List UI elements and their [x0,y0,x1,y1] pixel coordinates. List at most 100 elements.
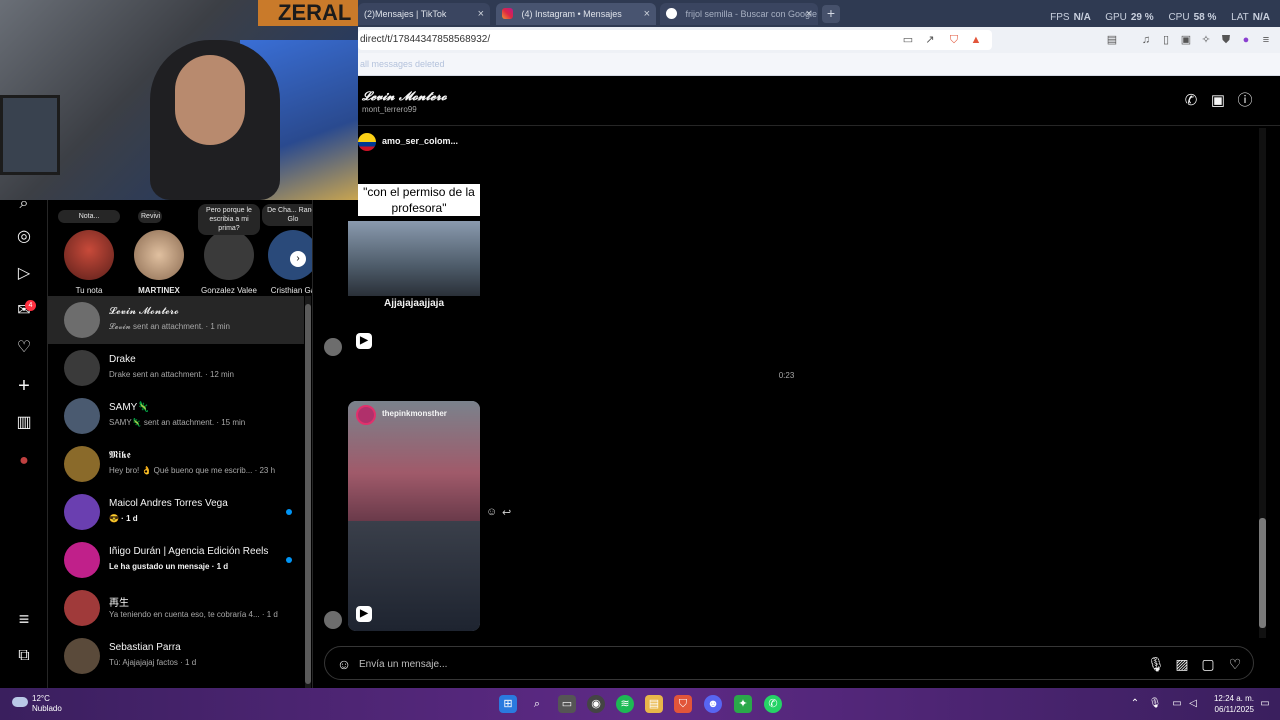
panel-icon[interactable]: ▯ [1160,34,1172,46]
conversation-row[interactable]: Maicol Andres Torres Vega 😎 · 1 d [48,488,304,536]
tab-tiktok[interactable]: (2)Mensajes | TikTok × [358,3,490,25]
conversation-row[interactable]: 再生 Ya teniendo en cuenta eso, te cobraría… [48,584,304,632]
reply-icon[interactable]: ↩ [502,506,511,519]
brave-shield-icon[interactable]: ⛉ [948,34,960,46]
app-icon[interactable]: ✦ [734,695,752,713]
emoji-react-icon[interactable]: ☺ [486,506,497,518]
sender-avatar[interactable] [324,611,342,629]
new-tab-button[interactable]: + [822,5,840,23]
conversation-row[interactable]: SAMY🦎 SAMY🦎 sent an attachment. · 15 min [48,392,304,440]
vpn-icon[interactable]: ⛊ [1220,34,1232,46]
address-bar[interactable]: direct/t/17844347858568932/ [358,30,992,50]
shared-reel-author[interactable]: amo_ser_colom... [358,132,458,151]
chat-header: 𝓛𝓮𝓿𝓲𝓷 𝓜𝓸𝓷𝓽𝓮𝓻𝓸 mont_terrero99 ✆ ▣ ⓘ [314,76,1280,126]
reels-icon[interactable]: ▷ [14,264,34,284]
music-icon[interactable]: ♫ [1140,34,1152,46]
conversation-row[interactable]: 𝓛𝓮𝓿𝓲𝓷 𝓜𝓸𝓷𝓽𝓮𝓻𝓸 𝓛𝓮𝓿𝓲𝓷 sent an attachment. ·… [48,296,304,344]
colombia-flag-icon [358,132,376,151]
chat-title[interactable]: 𝓛𝓮𝓿𝓲𝓷 𝓜𝓸𝓷𝓽𝓮𝓻𝓸 [362,89,447,104]
extension-icon[interactable]: ✧ [1200,34,1212,46]
microphone-icon[interactable]: 🎙 [1147,655,1165,673]
instagram-nav-rail: ⌕ ◎ ▷ ✉ 4 ♡ + ▥ ● ≡ ⧉ [0,195,48,688]
task-view-icon[interactable]: ▭ [558,695,576,713]
close-icon[interactable]: × [806,3,812,25]
story-gonzalez[interactable]: Pero porque le escribia a mi prima? Gonz… [196,204,262,295]
performance-overlay: FPS N/A GPU 29 % CPU 58 % LAT N/A [1038,0,1270,27]
inbox-panel: Nota... Tu nota Revivi MARTINEX Pero por… [48,200,313,688]
discord-icon[interactable]: ☻ [704,695,722,713]
reel-icon[interactable]: ▶ [356,606,372,622]
cpu-label: CPU [1168,12,1190,23]
menu-icon[interactable]: ≡ [14,609,34,629]
info-icon[interactable]: ⓘ [1236,92,1254,110]
notification-icon[interactable]: ▭ [1256,695,1274,713]
chat-panel: 𝓛𝓮𝓿𝓲𝓷 𝓜𝓸𝓷𝓽𝓮𝓻𝓸 mont_terrero99 ✆ ▣ ⓘ amo_s… [314,76,1280,688]
chevron-up-icon[interactable]: ⌃ [1126,695,1144,713]
sidebar-toggle-icon[interactable]: ▤ [1106,34,1118,46]
cpu-value: 58 % [1193,12,1217,23]
story-martinex[interactable]: Revivi MARTINEX [126,210,192,295]
scrollbar-thumb[interactable] [1259,518,1266,628]
obs-icon[interactable]: ◉ [587,695,605,713]
avatar [64,302,100,338]
create-icon[interactable]: + [14,376,34,396]
reel-icon[interactable]: ▶ [356,333,372,349]
sticker-icon[interactable]: ▢ [1199,655,1217,673]
tab-google[interactable]: frijol semilla - Buscar con Google × [660,3,818,25]
conversation-row[interactable]: 𝕸𝖎𝖐𝖊 Hey bro! 👌 Qué bueno que me escrib..… [48,440,304,488]
whatsapp-icon[interactable]: ✆ [764,695,782,713]
reel-subtitle: Ajjajajaajjaja [383,298,445,309]
search-icon[interactable]: ⌕ [528,695,546,713]
story-cristhian[interactable]: De Cha... Randy Glo Cristhian Ga [260,204,312,295]
spotify-icon[interactable]: ≋ [616,695,634,713]
avatar [64,398,100,434]
phone-icon[interactable]: ✆ [1182,92,1200,110]
chat-handle: mont_terrero99 [362,105,417,114]
shared-reel-thumbnail[interactable] [348,221,480,296]
cast-icon[interactable]: ▭ [902,34,914,46]
chat-scrollbar[interactable] [1259,128,1266,638]
profile-icon[interactable]: ● [14,451,34,471]
wallet-icon[interactable]: ▣ [1180,34,1192,46]
gpu-value: 29 % [1130,12,1154,23]
microphone-icon[interactable]: 🎙 [1146,695,1164,713]
conversation-preview: Tú: Ajajajajaj factos · 1 d [109,658,197,667]
tab-instagram[interactable]: (4) Instagram • Mensajes × [496,3,656,25]
bookmark-item[interactable]: all messages deleted [360,59,445,69]
meta-icon[interactable]: ⧉ [14,646,34,666]
heart-icon[interactable]: ♡ [1226,655,1244,673]
image-icon[interactable]: ▨ [1173,655,1191,673]
ai-icon[interactable]: ● [1240,34,1252,46]
explore-icon[interactable]: ◎ [14,227,34,247]
menu-icon[interactable]: ≡ [1260,34,1272,46]
conversation-row[interactable]: Drake Drake sent an attachment. · 12 min [48,344,304,392]
message-input[interactable] [359,655,1059,673]
inbox-scrollbar[interactable] [305,296,311,688]
file-explorer-icon[interactable]: ▤ [645,695,663,713]
conversation-name: SAMY🦎 [109,402,150,413]
conversation-row[interactable]: Sebastian Parra Tú: Ajajajajaj factos · 1… [48,632,304,680]
heart-icon[interactable]: ♡ [14,338,34,358]
story-own-note[interactable]: Nota... Tu nota [56,210,122,295]
brave-icon[interactable]: ⛉ [674,695,692,713]
video-call-icon[interactable]: ▣ [1209,92,1227,110]
shared-reel-card[interactable]: thepinkmonsther ▶ [348,401,480,631]
close-icon[interactable]: × [478,3,484,25]
system-clock[interactable]: 12:24 a. m. 06/11/2025 [1214,693,1254,715]
conversation-row[interactable]: Iñigo Durán | Agencia Edición Reels Le ha… [48,536,304,584]
sender-avatar[interactable] [324,338,342,356]
chevron-right-icon[interactable]: › [290,251,306,267]
tab-label: (4) Instagram • Mensajes [521,9,622,19]
avatar [64,590,100,626]
windows-start-icon[interactable]: ⊞ [499,695,517,713]
brave-rewards-icon[interactable]: ▲ [970,34,982,46]
conversation-name: 𝓛𝓮𝓿𝓲𝓷 𝓜𝓸𝓷𝓽𝓮𝓻𝓸 [109,306,179,317]
scrollbar-thumb[interactable] [305,304,311,684]
close-icon[interactable]: × [644,3,650,25]
weather-widget[interactable]: 12°C Nublado [12,694,62,714]
share-icon[interactable]: ↗ [924,34,936,46]
emoji-icon[interactable]: ☺ [335,655,353,673]
volume-icon[interactable]: ◁ [1184,695,1202,713]
dashboard-icon[interactable]: ▥ [14,413,34,433]
windows-taskbar: 12°C Nublado ⊞ ⌕ ▭ ◉ ≋ ▤ ⛉ ☻ ✦ ✆ ⌃ 🎙 ▭ ◁… [0,688,1280,720]
